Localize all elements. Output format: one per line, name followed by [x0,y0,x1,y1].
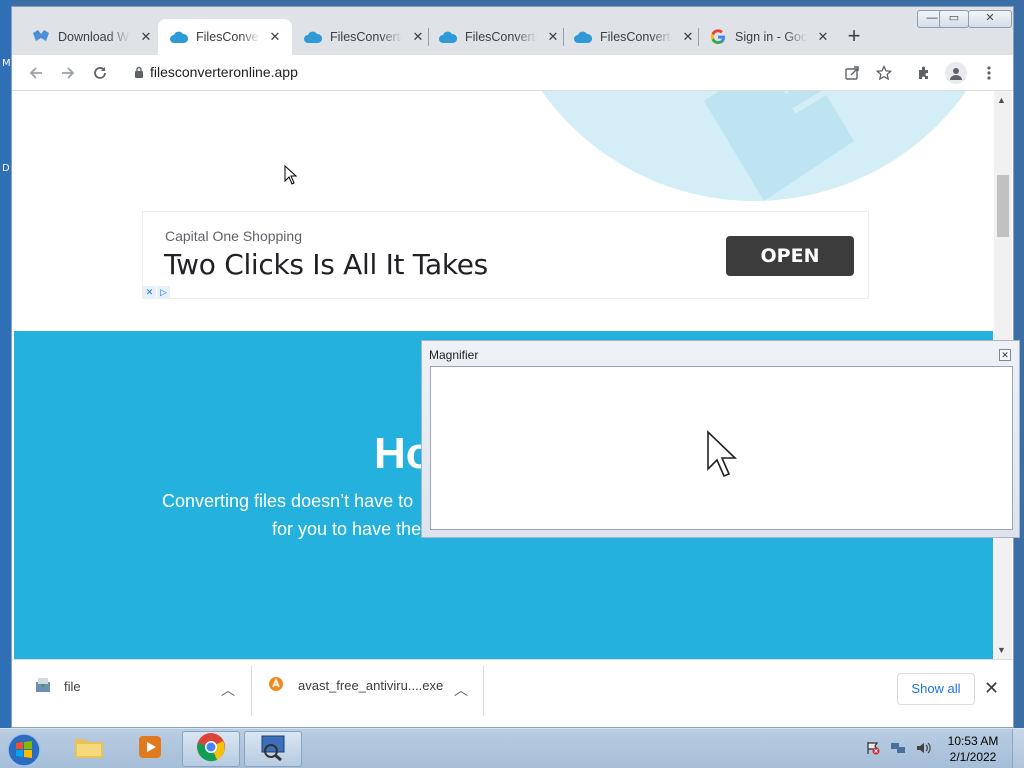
tab-close-icon[interactable]: ✕ [680,29,696,45]
media-player-icon [136,733,164,766]
volume-icon[interactable] [916,741,932,758]
magnifier-window[interactable]: Magnifier ✕ [421,340,1020,538]
taskbar-explorer-button[interactable] [60,731,118,767]
hero-description-line: Converting files doesn’t have to [162,491,414,511]
ad-open-button[interactable]: OPEN [726,236,854,276]
system-tray [866,741,932,758]
magnifier-view [430,366,1013,530]
google-icon [709,28,727,46]
clock-date: 2/1/2022 [949,750,997,764]
tab-label: Download W [58,30,129,44]
hero-background-graphic [494,91,993,201]
tab-close-icon[interactable]: ✕ [545,29,561,45]
desktop-icon-label: D [2,163,10,174]
magnifier-close-icon[interactable]: ✕ [999,349,1011,361]
installer-icon [34,676,52,697]
share-icon[interactable] [841,62,863,84]
action-center-flag-icon[interactable] [866,741,880,758]
scrollbar-thumb[interactable] [997,175,1009,237]
advertisement-banner[interactable]: Capital One Shopping Two Clicks Is All I… [142,211,869,299]
cloud-icon [439,28,457,46]
show-desktop-button[interactable] [1012,729,1024,768]
adchoices[interactable]: ✕ ▷ [143,286,171,299]
address-bar[interactable]: filesconverteronline.app [150,64,298,80]
tab-filesconverter[interactable]: FilesConverte ✕ [292,19,436,55]
window-close-button[interactable]: ✕ [968,10,1012,28]
hero-description-line: for you to have the [272,519,422,539]
chevron-up-icon[interactable]: ︿ [221,680,235,700]
taskbar-magnifier-button[interactable] [244,731,302,767]
profile-avatar-icon[interactable] [945,62,967,84]
tab-label: FilesConverte [330,30,402,44]
tab-label: Sign in - Goo [735,30,807,44]
folder-icon [73,734,105,765]
forward-arrow-icon[interactable] [57,62,79,84]
taskbar-chrome-button[interactable] [182,731,240,767]
taskbar-media-player-button[interactable] [121,731,179,767]
chevron-up-icon[interactable]: ︿ [454,680,468,700]
magnifier-app-icon [258,733,288,766]
cloud-icon [304,28,322,46]
download-filename: file [64,679,81,694]
download-separator [483,666,484,716]
chrome-icon [196,732,226,767]
tab-close-icon[interactable]: ✕ [815,29,831,45]
download-separator [251,666,252,716]
tab-filesconverter[interactable]: FilesConverte ✕ [427,19,571,55]
download-filename: avast_free_antiviru....exe [298,678,444,693]
bookmark-star-icon[interactable] [873,62,895,84]
show-all-button[interactable]: Show all [897,673,975,705]
browser-toolbar: filesconverteronline.app [12,55,1013,91]
tab-close-icon[interactable]: ✕ [410,29,426,45]
extensions-puzzle-icon[interactable] [913,62,935,84]
download-item[interactable]: file [34,676,81,697]
tab-label: FilesConverte [196,30,260,44]
maximize-button[interactable]: ▭ [939,10,969,28]
tab-close-icon[interactable]: ✕ [268,29,282,45]
magnifier-title: Magnifier [429,348,479,362]
system-clock[interactable]: 10:53 AM 2/1/2022 [940,733,1006,765]
magnified-cursor-icon [707,430,737,478]
cloud-icon [170,28,188,46]
desktop-icon-label: M [2,58,11,69]
tab-close-icon[interactable]: ✕ [138,29,154,45]
start-button[interactable] [5,732,45,768]
tab-bar: Download W ✕ FilesConverte ✕ FilesConver… [12,7,1013,55]
scroll-up-arrow-icon[interactable]: ▲ [997,95,1006,105]
tab-filesconverter-active[interactable]: FilesConverte ✕ [158,19,292,55]
tab-download[interactable]: Download W ✕ [20,19,164,55]
adchoices-icon[interactable]: ▷ [157,286,170,299]
avast-icon [268,676,284,695]
cloud-icon [574,28,592,46]
menu-kebab-icon[interactable] [978,62,1000,84]
tab-label: FilesConverte [465,30,537,44]
tab-google-signin[interactable]: Sign in - Goo ✕ [697,19,841,55]
back-arrow-icon[interactable] [25,62,47,84]
scroll-down-arrow-icon[interactable]: ▼ [997,645,1006,655]
sheep-icon [32,28,50,46]
lock-icon[interactable] [134,66,144,84]
tab-label: FilesConverte [600,30,672,44]
download-item[interactable]: avast_free_antiviru....exe [268,676,443,695]
mouse-cursor-icon [284,165,298,185]
ad-headline[interactable]: Two Clicks Is All It Takes [164,248,488,281]
reload-icon[interactable] [89,62,111,84]
clock-time: 10:53 AM [947,734,999,748]
network-icon[interactable] [890,741,906,758]
taskbar: 10:53 AM 2/1/2022 [0,728,1024,768]
tab-filesconverter[interactable]: FilesConverte ✕ [562,19,706,55]
ad-brand: Capital One Shopping [165,228,302,244]
download-bar: file ︿ avast_free_antiviru....exe ︿ Show… [12,659,1013,721]
close-download-bar-icon[interactable]: ✕ [984,678,999,699]
new-tab-button[interactable]: + [842,25,866,47]
ad-close-icon[interactable]: ✕ [143,286,156,299]
